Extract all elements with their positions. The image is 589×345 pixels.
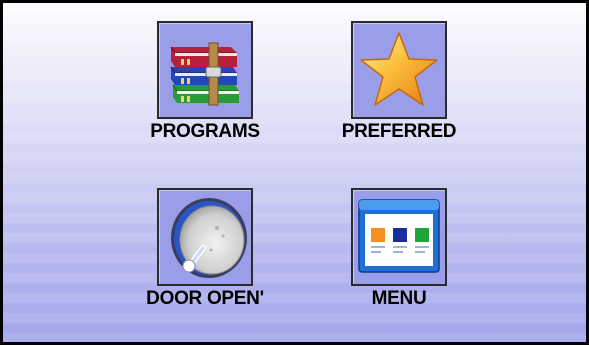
preferred-button[interactable]: PREFERRED	[302, 21, 472, 151]
door-open-icon-box[interactable]	[157, 188, 253, 286]
window-menu-icon	[358, 199, 440, 273]
programs-label: PROGRAMS	[150, 121, 260, 142]
programs-icon-box[interactable]	[157, 21, 253, 119]
books-icon	[170, 42, 239, 106]
touch-screen-panel: PROGRAMS PREFERRED DOOR OPEN' MENU	[0, 0, 589, 345]
door-open-button[interactable]: DOOR OPEN'	[108, 188, 278, 318]
menu-label: MENU	[371, 288, 427, 309]
menu-button[interactable]: MENU	[302, 188, 472, 318]
star-icon	[360, 32, 438, 106]
preferred-icon-box[interactable]	[351, 21, 447, 119]
dial-knob-icon	[171, 198, 247, 278]
programs-button[interactable]: PROGRAMS	[108, 21, 278, 151]
menu-icon-box[interactable]	[351, 188, 447, 286]
preferred-label: PREFERRED	[341, 121, 457, 142]
door-open-label: DOOR OPEN'	[146, 288, 264, 309]
